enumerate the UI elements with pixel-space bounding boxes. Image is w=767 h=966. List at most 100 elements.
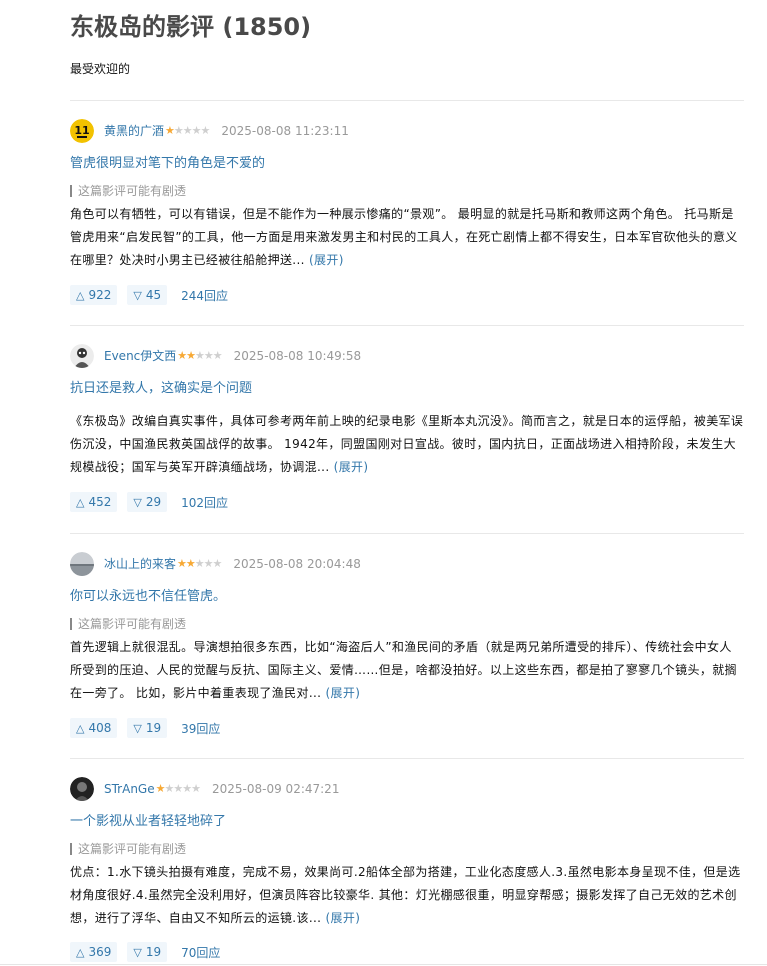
author-link[interactable]: Evenc伊文西: [104, 347, 176, 365]
upvote-count: 452: [88, 495, 112, 509]
landscape-avatar[interactable]: [70, 552, 94, 576]
downvote-count: 45: [145, 288, 162, 302]
star-empty-icon: ★: [182, 124, 193, 137]
star-empty-icon: ★: [203, 349, 214, 362]
triangle-up-icon: △: [76, 495, 85, 509]
star-filled-icon: ★: [186, 349, 196, 362]
star-empty-icon: ★: [173, 124, 184, 137]
badge-11-avatar[interactable]: 11: [70, 119, 94, 143]
triangle-down-icon: ▽: [133, 945, 142, 959]
upvote-button[interactable]: △ 369: [70, 942, 118, 962]
triangle-up-icon: △: [76, 721, 85, 735]
star-empty-icon: ★: [182, 782, 192, 795]
spoiler-warning: 这篇影评可能有剧透: [70, 182, 186, 200]
star-empty-icon: ★: [191, 124, 202, 137]
spoiler-bar-icon: [70, 185, 72, 197]
replies-link[interactable]: 39回应: [181, 720, 220, 737]
review-title-link[interactable]: 你可以永远也不信任管虎。: [70, 587, 226, 607]
author-link[interactable]: STrAnGe: [104, 780, 155, 798]
spoiler-warning: 这篇影评可能有剧透: [70, 615, 186, 633]
divider: [70, 758, 744, 759]
upvote-count: 922: [88, 288, 112, 302]
replies-link[interactable]: 244回应: [181, 287, 228, 304]
star-empty-icon: ★: [164, 782, 175, 795]
spoiler-bar-icon: [70, 618, 72, 630]
replies-link[interactable]: 70回应: [181, 944, 220, 961]
triangle-down-icon: ▽: [133, 495, 142, 509]
star-filled-icon: ★: [155, 782, 166, 795]
star-empty-icon: ★: [200, 124, 211, 137]
review-header: 11 黄黑的广酒 ★ ★ ★ ★ ★ 2025-08-08 11:23:11: [70, 118, 349, 144]
page-title: 东极岛的影评 (1850): [70, 13, 312, 41]
review-excerpt: 《东极岛》改编自真实事件，具体可参考两年前上映的纪录电影《里斯本丸沉没》。简而言…: [70, 410, 744, 479]
rating-stars: ★ ★ ★ ★ ★: [155, 782, 201, 796]
review-excerpt-text: 角色可以有牺牲，可以有错误，但是不能作为一种展示惨痛的“景观”。 最明显的就是托…: [70, 207, 738, 267]
expand-link[interactable]: (展开): [334, 460, 369, 474]
review-header: Evenc伊文西 ★ ★ ★ ★ ★ 2025-08-08 10:49:58: [70, 343, 361, 369]
triangle-up-icon: △: [76, 945, 85, 959]
star-empty-icon: ★: [191, 782, 201, 795]
upvote-count: 408: [88, 721, 112, 735]
review-actions: △ 369 ▽ 19 70回应: [70, 942, 220, 962]
replies-link[interactable]: 102回应: [181, 494, 228, 511]
spoiler-text: 这篇影评可能有剧透: [78, 842, 187, 856]
star-empty-icon: ★: [173, 782, 183, 795]
downvote-button[interactable]: ▽ 19: [127, 718, 168, 738]
sort-label[interactable]: 最受欢迎的: [70, 60, 130, 78]
star-empty-icon: ★: [203, 557, 214, 570]
review-excerpt: 角色可以有牺牲，可以有错误，但是不能作为一种展示惨痛的“景观”。 最明显的就是托…: [70, 203, 744, 272]
star-filled-icon: ★: [177, 349, 187, 362]
review-header: STrAnGe ★ ★ ★ ★ ★ 2025-08-09 02:47:21: [70, 776, 339, 802]
review-title-link[interactable]: 一个影视从业者轻轻地碎了: [70, 812, 226, 832]
rating-stars: ★ ★ ★ ★ ★: [177, 557, 223, 571]
bottom-divider: [0, 964, 767, 965]
divider: [70, 325, 744, 326]
review-actions: △ 408 ▽ 19 39回应: [70, 718, 220, 738]
downvote-count: 19: [145, 721, 162, 735]
spoiler-warning: 这篇影评可能有剧透: [70, 840, 186, 858]
downvote-button[interactable]: ▽ 45: [127, 285, 168, 305]
dark-portrait-avatar[interactable]: [70, 777, 94, 801]
expand-link[interactable]: (展开): [325, 911, 360, 925]
star-filled-icon: ★: [185, 557, 196, 570]
star-empty-icon: ★: [212, 349, 223, 362]
spoiler-text: 这篇影评可能有剧透: [78, 184, 187, 198]
svg-text:11: 11: [74, 124, 89, 137]
divider: [70, 100, 744, 101]
triangle-down-icon: ▽: [133, 288, 142, 302]
expand-link[interactable]: (展开): [309, 253, 344, 267]
star-filled-icon: ★: [165, 124, 175, 137]
downvote-count: 19: [145, 945, 162, 959]
cartoon-avatar[interactable]: [70, 344, 94, 368]
review-excerpt: 首先逻辑上就很混乱。导演想拍很多东西，比如“海盗后人”和渔民间的矛盾（就是两兄弟…: [70, 636, 744, 705]
review-excerpt-text: 首先逻辑上就很混乱。导演想拍很多东西，比如“海盗后人”和渔民间的矛盾（就是两兄弟…: [70, 640, 737, 700]
review-date: 2025-08-08 20:04:48: [233, 557, 361, 571]
star-empty-icon: ★: [212, 557, 223, 570]
review-date: 2025-08-08 10:49:58: [233, 349, 362, 363]
triangle-up-icon: △: [76, 288, 85, 302]
star-empty-icon: ★: [195, 349, 205, 362]
review-excerpt: 优点：1.水下镜头拍摄有难度，完成不易，效果尚可.2船体全部为搭建，工业化态度感…: [70, 861, 744, 930]
review-title-link[interactable]: 管虎很明显对笔下的角色是不爱的: [70, 154, 265, 174]
review-title-link[interactable]: 抗日还是救人，这确实是个问题: [70, 379, 252, 399]
review-date: 2025-08-09 02:47:21: [212, 782, 340, 796]
downvote-count: 29: [145, 495, 162, 509]
review-actions: △ 452 ▽ 29 102回应: [70, 492, 228, 512]
author-link[interactable]: 黄黑的广酒: [104, 122, 164, 140]
review-excerpt-text: 优点：1.水下镜头拍摄有难度，完成不易，效果尚可.2船体全部为搭建，工业化态度感…: [70, 865, 741, 925]
review-excerpt-text: 《东极岛》改编自真实事件，具体可参考两年前上映的纪录电影《里斯本丸沉没》。简而言…: [70, 414, 744, 474]
downvote-button[interactable]: ▽ 19: [127, 942, 168, 962]
review-actions: △ 922 ▽ 45 244回应: [70, 285, 228, 305]
star-filled-icon: ★: [177, 557, 187, 570]
upvote-button[interactable]: △ 408: [70, 718, 118, 738]
downvote-button[interactable]: ▽ 29: [127, 492, 168, 512]
author-link[interactable]: 冰山上的来客: [104, 555, 176, 573]
upvote-button[interactable]: △ 452: [70, 492, 118, 512]
expand-link[interactable]: (展开): [325, 686, 360, 700]
star-empty-icon: ★: [194, 557, 205, 570]
upvote-button[interactable]: △ 922: [70, 285, 118, 305]
rating-stars: ★ ★ ★ ★ ★: [177, 349, 223, 363]
triangle-down-icon: ▽: [133, 721, 142, 735]
spoiler-bar-icon: [70, 843, 72, 855]
divider: [70, 533, 744, 534]
